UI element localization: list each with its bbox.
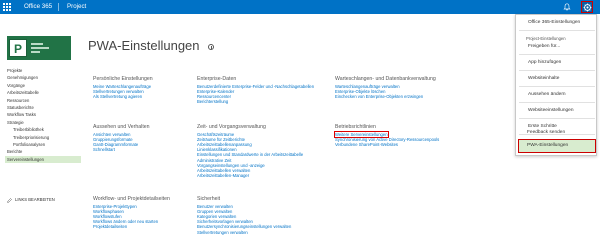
section-workflow: Workflow- und Projektdetailseiten Enterp… [93, 196, 170, 230]
section-title: Workflow- und Projektdetailseiten [93, 196, 170, 202]
suite-divider [58, 3, 59, 11]
section-title: Zeit- und Vorgangsverwaltung [197, 124, 266, 130]
nav-item-workflow-tasks[interactable]: Workflow Tasks [7, 111, 81, 118]
app-launcher-icon[interactable] [2, 2, 12, 12]
bell-icon[interactable] [563, 3, 571, 11]
nav-item-berichte[interactable]: Berichte [7, 148, 81, 155]
pencil-icon [7, 197, 12, 203]
menu-divider [519, 118, 595, 119]
nav-item-portfolioanalysen[interactable]: Portfolioanalysen [7, 141, 81, 148]
section-enterprise-data: Enterprise-Daten Benutzerdefinierte Ente… [197, 76, 314, 104]
settings-link[interactable]: Einstellungen und Standardwerte in der A… [197, 152, 303, 157]
menu-item-send-feedback[interactable]: Feedback senden [527, 130, 565, 136]
section-title: Persönliche Einstellungen [93, 76, 153, 82]
section-personal: Persönliche Einstellungen Meine Wartesch… [93, 76, 153, 99]
settings-gear-button[interactable] [581, 1, 593, 13]
gear-icon [583, 3, 592, 12]
menu-section-header: Project-Einstellungen [526, 36, 566, 41]
left-navigation: Projekte Genehmigungen Vorgänge Arbeitsz… [5, 67, 81, 164]
settings-link[interactable]: Einchecken von Enterprise-Objekten erzwi… [335, 94, 436, 99]
nav-item-servereinstellungen[interactable]: Servereinstellungen [5, 155, 81, 164]
nav-item-treiberbibliothek[interactable]: Treiberbibliothek [7, 126, 81, 133]
section-operational-policies: Betriebsrichtlinien Weitere Servereinste… [333, 124, 439, 147]
settings-link[interactable]: Stellvertretungen verwalten [197, 230, 291, 235]
menu-divider [519, 30, 595, 31]
suite-bar: Office 365 Project [0, 0, 600, 14]
section-look-and-feel: Aussehen und Verhalten Ansichten verwalt… [93, 124, 150, 152]
nav-item-vorgaenge[interactable]: Vorgänge [7, 82, 81, 89]
nav-item-arbeitszeittabelle[interactable]: Arbeitszeittabelle [7, 89, 81, 96]
menu-item-site-settings[interactable]: Websiteeinstellungen [528, 108, 574, 114]
settings-link[interactable]: Schnellstart [93, 147, 150, 152]
settings-link[interactable]: Arbeitszeittabellen-Manager [197, 173, 303, 178]
section-title: Aussehen und Verhalten [93, 124, 150, 130]
section-security: Sicherheit Benutzer verwalten Gruppen ve… [197, 196, 291, 235]
settings-link[interactable]: Verbundene SharePoint-Websites [335, 142, 439, 147]
menu-item-site-contents[interactable]: Websiteinhalte [528, 76, 559, 82]
nav-item-projekte[interactable]: Projekte [7, 67, 81, 74]
menu-item-add-app[interactable]: App hinzufügen [528, 60, 561, 66]
nav-item-statusberichte[interactable]: Statusberichte [7, 104, 81, 111]
settings-link[interactable]: Projektdetailseiten [93, 224, 170, 229]
menu-item-label: PWA-Einstellungen [527, 143, 569, 148]
section-title: Betriebsrichtlinien [335, 124, 376, 130]
settings-link[interactable]: Berichterstellung [197, 99, 314, 104]
page-title: PWA-Einstellungen [88, 38, 200, 53]
settings-link[interactable]: Benutzersynchronisierungseinstellungen v… [197, 224, 291, 229]
edit-links-button[interactable]: LINKS BEARBEITEN [7, 197, 55, 203]
suite-brand[interactable]: Office 365 [24, 3, 52, 11]
menu-divider [519, 102, 595, 103]
menu-item-share[interactable]: Freigeben für... [528, 44, 560, 50]
section-time-task: Zeit- und Vorgangsverwaltung Geschäftsze… [197, 124, 303, 178]
menu-item-change-look[interactable]: Aussehen ändern [528, 92, 566, 98]
nav-item-genehmigungen[interactable]: Genehmigungen [7, 74, 81, 81]
nav-item-strategie[interactable]: Strategie [7, 119, 81, 126]
section-queue-database: Warteschlangen- und Datenbankverwaltung … [335, 76, 436, 99]
settings-link[interactable]: Als Stellvertretung agieren [93, 94, 153, 99]
menu-divider [519, 70, 595, 71]
nav-item-treiberpriorisierung[interactable]: Treiberpriorisierung [7, 134, 81, 141]
info-icon[interactable] [208, 44, 214, 50]
section-title: Enterprise-Daten [197, 76, 237, 82]
project-logo: P [7, 36, 71, 60]
menu-item-pwa-settings[interactable]: PWA-Einstellungen [518, 139, 596, 153]
edit-links-label: LINKS BEARBEITEN [15, 197, 55, 202]
menu-divider [519, 86, 595, 87]
menu-item-office365-settings[interactable]: Office 365-Einstellungen [528, 20, 580, 26]
suite-app-name[interactable]: Project [67, 3, 86, 11]
nav-item-ressourcen[interactable]: Ressourcen [7, 97, 81, 104]
section-title: Warteschlangen- und Datenbankverwaltung [335, 76, 436, 82]
menu-divider [519, 54, 595, 55]
section-title: Sicherheit [197, 196, 221, 202]
